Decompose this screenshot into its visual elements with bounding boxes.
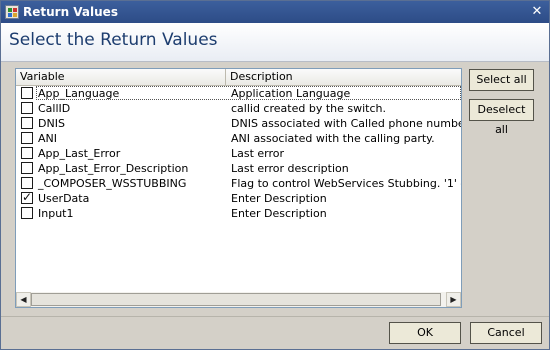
deselect-all-button[interactable]: Deselect all — [469, 99, 534, 136]
ok-button[interactable]: OK — [389, 322, 461, 344]
focus-rectangle — [36, 86, 461, 100]
column-header-description[interactable]: Description — [226, 69, 461, 85]
close-icon[interactable]: ✕ — [529, 4, 545, 19]
list-item[interactable]: App_Language Application Language — [16, 86, 461, 101]
cancel-button[interactable]: Cancel — [470, 322, 542, 344]
variable-description: DNIS associated with Called phone number — [231, 117, 462, 130]
list-header: Variable Description — [16, 69, 461, 86]
variable-name: App_Last_Error_Description — [38, 162, 189, 175]
scroll-right-icon[interactable]: ▶ — [446, 292, 461, 307]
list-item[interactable]: Input1 Enter Description — [16, 206, 461, 221]
scroll-left-icon[interactable]: ◀ — [16, 292, 31, 307]
list-item[interactable]: ANI ANI associated with the calling part… — [16, 131, 461, 146]
variable-name: Input1 — [38, 207, 74, 220]
divider — [1, 316, 549, 317]
title-bar[interactable]: Return Values ✕ — [1, 1, 549, 23]
row-checkbox[interactable] — [21, 162, 33, 174]
variable-name: ANI — [38, 132, 57, 145]
row-checkbox[interactable] — [21, 177, 33, 189]
list-item[interactable]: App_Last_Error Last error — [16, 146, 461, 161]
list-item[interactable]: DNIS DNIS associated with Called phone n… — [16, 116, 461, 131]
list-rows: App_Language Application Language CallID… — [16, 86, 461, 221]
window-title: Return Values — [23, 5, 118, 19]
select-all-button[interactable]: Select all — [469, 69, 534, 91]
page-title: Select the Return Values — [9, 30, 218, 50]
row-checkbox-checked[interactable] — [21, 190, 33, 204]
row-checkbox[interactable] — [21, 102, 33, 114]
variable-name: _COMPOSER_WSSTUBBING — [38, 177, 187, 190]
variable-name: App_Last_Error — [38, 147, 121, 160]
variable-name: CallID — [38, 102, 71, 115]
row-checkbox[interactable] — [21, 207, 33, 219]
variable-description: callid created by the switch. — [231, 102, 386, 115]
column-header-variable[interactable]: Variable — [16, 69, 226, 85]
variable-description: Last error description — [231, 162, 349, 175]
variable-description: Enter Description — [231, 207, 327, 220]
variable-description: Flag to control WebServices Stubbing. '1… — [231, 177, 462, 190]
scrollbar-thumb[interactable] — [31, 293, 441, 306]
list-item[interactable]: App_Last_Error_Description Last error de… — [16, 161, 461, 176]
dialog-header: Select the Return Values — [1, 23, 549, 62]
variable-description: ANI associated with the calling party. — [231, 132, 435, 145]
return-values-list[interactable]: Variable Description App_Language Applic… — [15, 68, 462, 308]
list-item[interactable]: CallID callid created by the switch. — [16, 101, 461, 116]
return-values-dialog: Return Values ✕ Select the Return Values… — [0, 0, 550, 350]
variable-description: Enter Description — [231, 192, 327, 205]
horizontal-scrollbar[interactable]: ◀ ▶ — [16, 292, 461, 307]
list-item[interactable]: UserData Enter Description — [16, 190, 461, 206]
row-checkbox[interactable] — [21, 132, 33, 144]
list-item[interactable]: _COMPOSER_WSSTUBBING Flag to control Web… — [16, 176, 461, 191]
row-checkbox[interactable] — [21, 117, 33, 129]
row-checkbox[interactable] — [21, 87, 33, 99]
variable-name: DNIS — [38, 117, 65, 130]
variable-name: UserData — [38, 192, 90, 205]
app-icon — [5, 5, 19, 19]
row-checkbox[interactable] — [21, 147, 33, 159]
variable-description: Last error — [231, 147, 285, 160]
